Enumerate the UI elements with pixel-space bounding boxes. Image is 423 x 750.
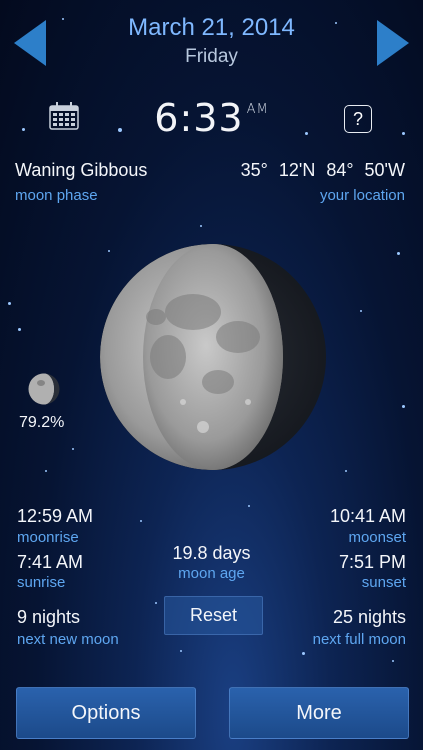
mini-moon-icon: [28, 373, 60, 405]
date-title: March 21, 2014: [128, 14, 295, 41]
moon-age-label: moon age: [178, 565, 245, 582]
more-button[interactable]: More: [229, 687, 409, 739]
illumination-percent: 79.2%: [19, 414, 65, 431]
location-label[interactable]: your location: [320, 187, 405, 204]
weekday-label: Friday: [185, 46, 238, 67]
next-new-moon-label: next new moon: [17, 631, 119, 648]
next-full-moon-value: 25 nights: [332, 607, 406, 627]
next-full-moon-label: next full moon: [312, 631, 406, 648]
moon-age-value: 19.8 days: [172, 543, 251, 563]
moonset-time: 10:41 AM: [329, 506, 406, 526]
moon-phase-name: Waning Gibbous: [15, 160, 148, 180]
reset-button[interactable]: Reset: [164, 596, 263, 635]
help-button[interactable]: ?: [344, 105, 372, 133]
time-value: 6:33: [154, 96, 244, 140]
moonrise-time: 12:59 AM: [17, 506, 94, 526]
options-button[interactable]: Options: [16, 687, 196, 739]
moon-phase-label: moon phase: [15, 187, 98, 204]
moon-image: [100, 244, 326, 470]
location-coords: 35° 12'N 84° 50'W: [240, 160, 405, 180]
next-new-moon-value: 9 nights: [17, 607, 81, 627]
time-ampm: AM: [246, 102, 269, 117]
